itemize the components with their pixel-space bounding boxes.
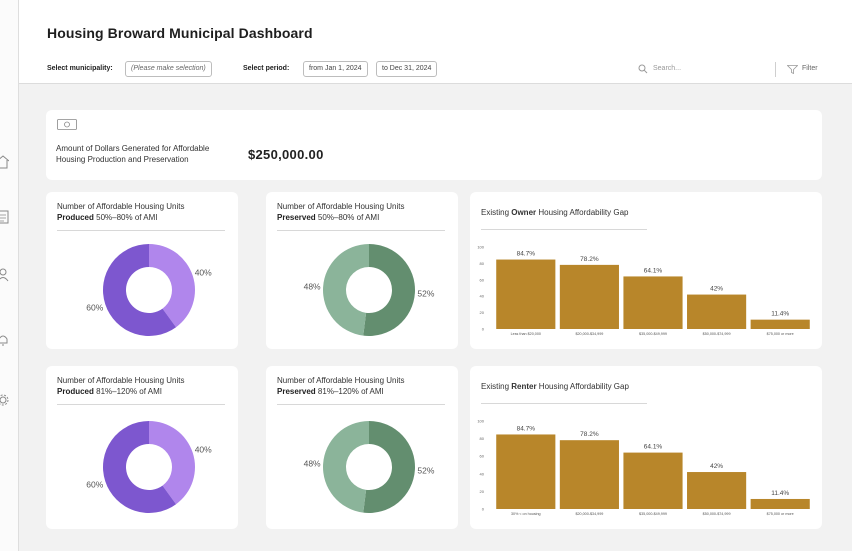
x-category-label: $20,000-$34,999 bbox=[575, 512, 603, 516]
filter-label: Filter bbox=[802, 65, 818, 72]
period-label: Select period: bbox=[243, 65, 290, 72]
search-box[interactable]: Search... bbox=[633, 60, 783, 78]
bar[interactable] bbox=[750, 498, 810, 509]
donut-chart: 40% 60% bbox=[86, 421, 212, 513]
user-icon[interactable] bbox=[0, 268, 9, 282]
donut-slice-label: 48% bbox=[304, 458, 321, 468]
bar[interactable] bbox=[623, 276, 683, 329]
bar[interactable] bbox=[687, 472, 747, 509]
y-tick-label: 60 bbox=[480, 277, 485, 282]
x-category-label: $35,000-$49,999 bbox=[639, 512, 667, 516]
divider bbox=[775, 62, 776, 77]
y-tick-label: 20 bbox=[480, 489, 485, 494]
gear-icon[interactable] bbox=[0, 393, 9, 407]
donut-slice-label: 60% bbox=[86, 303, 103, 313]
y-tick-label: 80 bbox=[480, 436, 485, 441]
bar[interactable] bbox=[687, 294, 747, 329]
bar-value-label: 64.1% bbox=[644, 267, 663, 274]
dollars-caption: Amount of Dollars Generated for Affordab… bbox=[56, 144, 210, 164]
period-from-input[interactable]: from Jan 1, 2024 bbox=[303, 61, 368, 77]
header: Housing Broward Municipal Dashboard bbox=[19, 0, 852, 57]
donut-slice-label: 52% bbox=[417, 289, 434, 299]
x-category-label: 30% < on housing bbox=[511, 512, 541, 516]
donut-chart: 52% 48% bbox=[304, 244, 435, 336]
x-category-label: $20,000-$34,999 bbox=[575, 332, 603, 336]
municipality-label: Select municipality: bbox=[47, 65, 113, 72]
donut-card-produced-81-120: Number of Affordable Housing Units Produc… bbox=[46, 366, 238, 529]
document-icon[interactable] bbox=[0, 210, 9, 224]
donut-slice-label: 48% bbox=[304, 281, 321, 291]
bar[interactable] bbox=[750, 319, 810, 329]
donut-card-produced-50-80: Number of Affordable Housing Units Produc… bbox=[46, 192, 238, 349]
donut-card-preserved-50-80: Number of Affordable Housing Units Preser… bbox=[266, 192, 458, 349]
bar-value-label: 84.7% bbox=[517, 425, 536, 432]
bar[interactable] bbox=[496, 434, 556, 509]
x-category-label: $35,000-$49,999 bbox=[639, 332, 667, 336]
bar-value-label: 42% bbox=[710, 286, 723, 293]
y-tick-label: 40 bbox=[480, 471, 485, 476]
x-category-label: $75,000 or more bbox=[767, 512, 794, 516]
y-tick-label: 100 bbox=[477, 419, 484, 424]
y-tick-label: 0 bbox=[482, 507, 485, 512]
x-category-label: $50,000-$74,999 bbox=[703, 332, 731, 336]
bar-value-label: 11.4% bbox=[771, 490, 789, 497]
bar[interactable] bbox=[623, 452, 683, 509]
y-tick-label: 0 bbox=[482, 327, 485, 332]
bar[interactable] bbox=[496, 259, 556, 329]
donut-slice[interactable] bbox=[322, 244, 369, 336]
renter-gap-card: Existing Renter Housing Affordability Ga… bbox=[470, 366, 822, 529]
x-category-label: $75,000 or more bbox=[767, 332, 794, 336]
dollars-card: Amount of Dollars Generated for Affordab… bbox=[46, 110, 822, 180]
x-category-label: $50,000-$74,999 bbox=[703, 512, 731, 516]
x-category-label: Less than $20,000 bbox=[511, 332, 541, 336]
bar-chart: 0 20 40 60 80 100 84.7% Less than $20,000 78.2% $… bbox=[477, 245, 810, 336]
y-tick-label: 80 bbox=[480, 261, 485, 266]
donut-slice-label: 40% bbox=[195, 444, 212, 454]
search-input[interactable]: Search... bbox=[653, 65, 681, 72]
donut-chart: 40% 60% bbox=[86, 244, 212, 336]
donut-slice[interactable] bbox=[322, 421, 369, 513]
bar-chart: 0 20 40 60 80 100 84.7% 30% < on housing 78.2% $2… bbox=[477, 419, 810, 516]
donut-slice[interactable] bbox=[363, 421, 415, 513]
bar-value-label: 84.7% bbox=[517, 251, 536, 258]
donut-slice-label: 60% bbox=[86, 480, 103, 490]
bar-value-label: 42% bbox=[710, 463, 723, 470]
bar-value-label: 78.2% bbox=[580, 256, 599, 263]
bar[interactable] bbox=[559, 264, 619, 329]
bar-value-label: 64.1% bbox=[644, 444, 663, 451]
filter-icon bbox=[787, 65, 798, 74]
page-title: Housing Broward Municipal Dashboard bbox=[47, 25, 313, 41]
y-tick-label: 100 bbox=[477, 245, 484, 250]
municipality-select[interactable]: (Please make selection) bbox=[125, 61, 212, 77]
bar[interactable] bbox=[559, 440, 619, 509]
donut-card-preserved-81-120: Number of Affordable Housing Units Preser… bbox=[266, 366, 458, 529]
home-icon[interactable] bbox=[0, 155, 9, 169]
y-tick-label: 20 bbox=[480, 310, 485, 315]
donut-chart: 52% 48% bbox=[304, 421, 435, 513]
money-icon bbox=[57, 119, 77, 130]
owner-gap-card: Existing Owner Housing Affordability Gap… bbox=[470, 192, 822, 349]
bar-value-label: 11.4% bbox=[771, 311, 789, 318]
search-icon bbox=[638, 64, 648, 74]
dollars-value: $250,000.00 bbox=[248, 147, 324, 162]
bell-icon[interactable] bbox=[0, 333, 9, 347]
y-tick-label: 40 bbox=[480, 294, 485, 299]
donut-slice-label: 52% bbox=[417, 466, 434, 476]
period-to-input[interactable]: to Dec 31, 2024 bbox=[376, 61, 438, 77]
y-tick-label: 60 bbox=[480, 454, 485, 459]
bar-value-label: 78.2% bbox=[580, 431, 599, 438]
filter-bar: Select municipality: (Please make select… bbox=[19, 56, 852, 84]
sidebar bbox=[0, 0, 19, 551]
donut-slice[interactable] bbox=[363, 244, 415, 336]
donut-slice-label: 40% bbox=[195, 267, 212, 277]
